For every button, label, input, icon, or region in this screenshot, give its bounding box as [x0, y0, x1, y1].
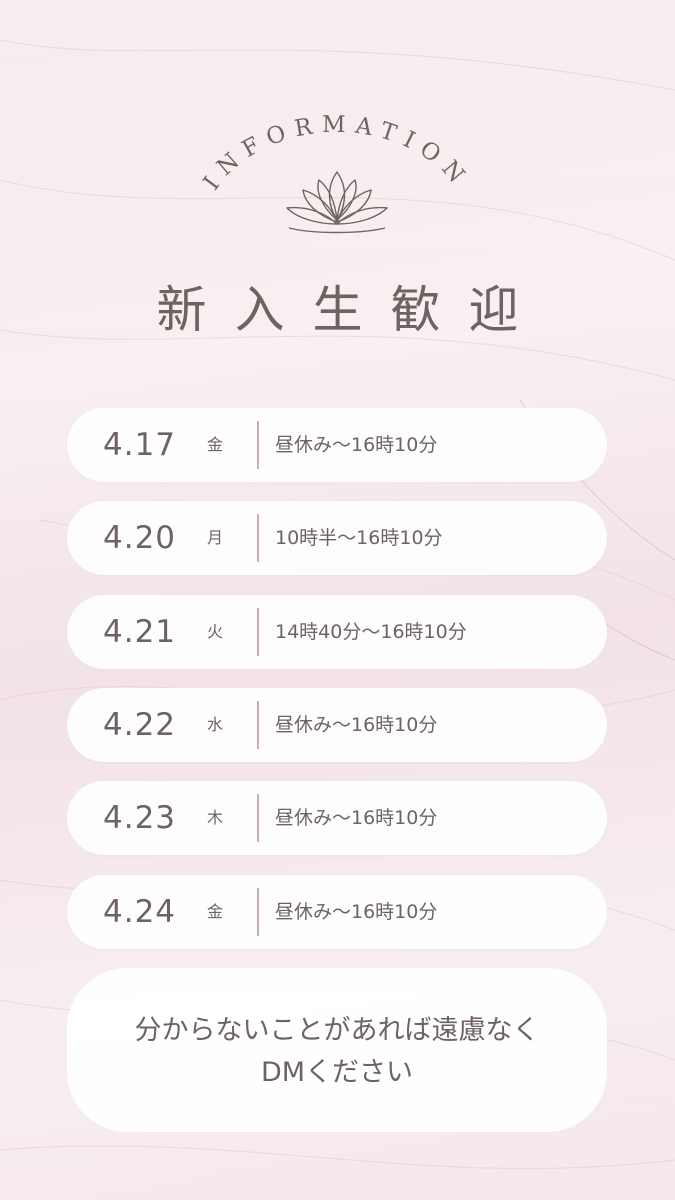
note-line-1: 分からないことがあれば遠慮なく [134, 1015, 540, 1046]
schedule-time: 14時40分～16時10分 [275, 621, 467, 643]
schedule-time: 昼休み～16時10分 [275, 434, 438, 456]
schedule-row: 4.20 月 10時半～16時10分 [67, 501, 607, 575]
note-line-2: DMください [260, 1057, 414, 1088]
row-separator [257, 701, 259, 749]
row-separator [257, 794, 259, 842]
schedule-date: 4.17 [103, 427, 177, 463]
schedule-time: 昼休み～16時10分 [275, 901, 438, 923]
schedule-row: 4.21 火 14時40分～16時10分 [67, 595, 607, 669]
schedule-weekday: 水 [207, 715, 224, 734]
schedule-row: 4.17 金 昼休み～16時10分 [67, 408, 607, 482]
page-title: 新入生歓迎 [156, 281, 547, 339]
schedule-row: 4.22 水 昼休み～16時10分 [67, 688, 607, 762]
schedule-weekday: 木 [207, 808, 224, 827]
row-separator [257, 888, 259, 936]
schedule-row: 4.24 金 昼休み～16時10分 [67, 875, 607, 949]
schedule-time: 昼休み～16時10分 [275, 714, 438, 736]
schedule-date: 4.23 [103, 800, 177, 836]
schedule-row: 4.23 木 昼休み～16時10分 [67, 781, 607, 855]
schedule-weekday: 金 [207, 902, 224, 921]
schedule-date: 4.20 [103, 520, 177, 556]
schedule-date: 4.21 [103, 614, 177, 650]
row-separator [257, 514, 259, 562]
lotus-icon [286, 171, 388, 234]
schedule-weekday: 金 [207, 435, 224, 454]
schedule-time: 10時半～16時10分 [275, 527, 443, 549]
schedule-time: 昼休み～16時10分 [275, 807, 438, 829]
row-separator [257, 608, 259, 656]
schedule-weekday: 火 [207, 622, 224, 641]
schedule-date: 4.24 [103, 894, 177, 930]
contact-note: 分からないことがあれば遠慮なく DMください [67, 968, 607, 1132]
row-separator [257, 421, 259, 469]
schedule-weekday: 月 [207, 528, 224, 547]
schedule-date: 4.22 [103, 707, 177, 743]
